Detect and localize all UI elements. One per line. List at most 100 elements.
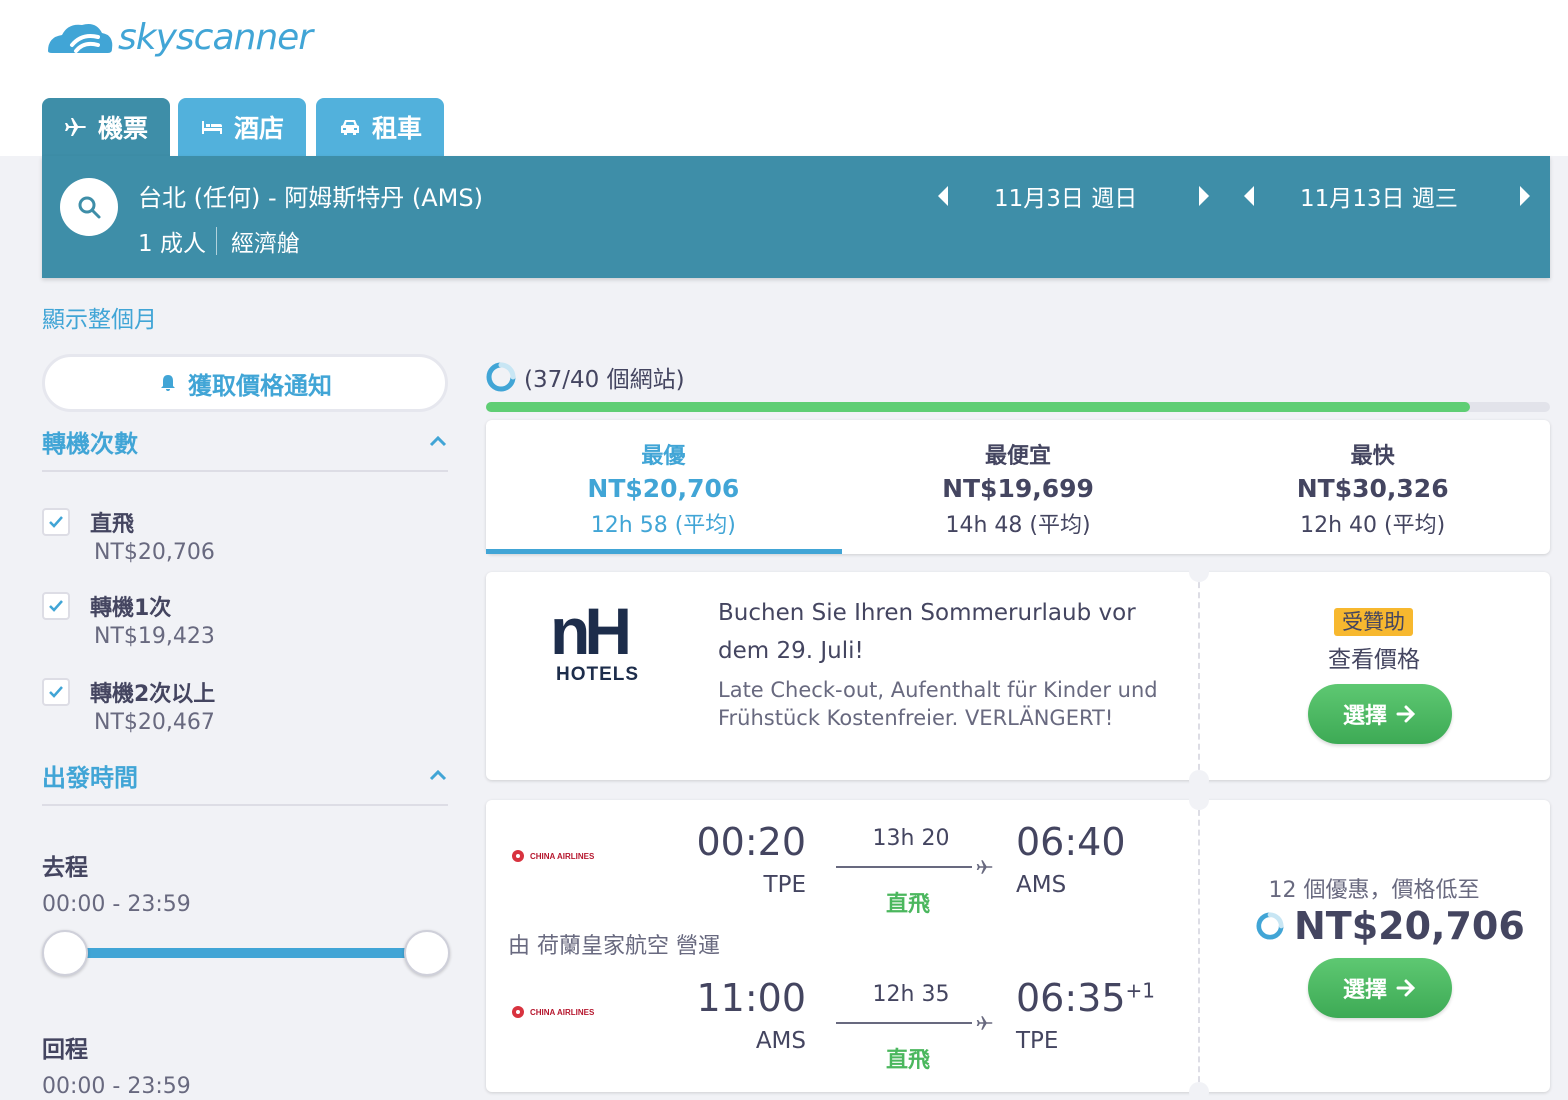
return-next-day-icon[interactable] [1519, 186, 1530, 206]
skyscanner-logo-icon [48, 24, 113, 53]
deals-count: 12 個優惠，價格低至 [1268, 878, 1480, 903]
plum-blossom-icon [512, 850, 524, 862]
arrival-time-value: 06:35 [1016, 976, 1126, 1020]
one-stop-checkbox[interactable] [42, 592, 70, 620]
divider [42, 804, 448, 806]
sponsored-badge: 受贊助 [1334, 608, 1413, 636]
sort-price: NT$19,699 [942, 474, 1094, 503]
car-icon [340, 120, 359, 135]
china-airlines-logo: CHINA AIRLINES [508, 1002, 600, 1022]
search-summary-bar[interactable]: 台北 (任何) - 阿姆斯特丹 (AMS) 1 成人 經濟艙 11月3日 週日 … [42, 156, 1550, 278]
plum-blossom-icon [512, 1006, 524, 1018]
depart-date-picker[interactable]: 11月3日 週日 [938, 178, 1210, 214]
stop-price: NT$20,706 [94, 540, 215, 565]
direct-checkbox[interactable] [42, 508, 70, 536]
ticket-notch [1189, 770, 1209, 790]
stop-price: NT$20,467 [94, 710, 215, 735]
nh-logo-letters: nH [550, 594, 632, 668]
sort-duration: 12h 58 (平均) [590, 513, 736, 538]
plane-icon [976, 860, 993, 874]
stops-label: 直飛 [885, 892, 930, 917]
stops-label: 直飛 [885, 1048, 930, 1073]
return-date-picker[interactable]: 11月13日 週三 [1244, 178, 1530, 214]
chevron-up-icon[interactable] [428, 434, 448, 448]
sort-name: 最快 [1350, 444, 1395, 469]
travellers-text: 1 成人 [138, 231, 206, 257]
ad-description: Late Check-out, Aufenthalt für Kinder un… [718, 678, 1158, 730]
times-filter-header[interactable]: 出發時間 [42, 758, 448, 792]
depart-next-day-icon[interactable] [1199, 186, 1210, 206]
sort-duration: 14h 48 (平均) [945, 513, 1091, 538]
result-select-button[interactable]: 選擇 [1308, 958, 1452, 1018]
plane-icon [976, 1016, 993, 1030]
route-text[interactable]: 台北 (任何) - 阿姆斯特丹 (AMS) [138, 178, 483, 213]
loading-spinner-icon [1256, 912, 1284, 940]
sort-best[interactable]: 最優 NT$20,706 12h 58 (平均) [486, 420, 842, 554]
search-button[interactable] [60, 178, 118, 236]
depart-prev-day-icon[interactable] [938, 186, 948, 206]
outbound-time-range: 00:00 - 23:59 [42, 892, 191, 917]
airline-name: CHINA AIRLINES [530, 851, 595, 861]
ticket-notch [1189, 1082, 1209, 1100]
arrival-time: 06:35+1 [1016, 976, 1155, 1020]
show-whole-month-link[interactable]: 顯示整個月 [42, 300, 157, 334]
checkmark-icon [49, 686, 63, 698]
tab-flights[interactable]: 機票 [42, 98, 170, 156]
skyscanner-logo[interactable]: skyscanner [42, 14, 313, 60]
cabin-text: 經濟艙 [230, 231, 300, 257]
china-airlines-logo: CHINA AIRLINES [508, 846, 600, 866]
divider [42, 470, 448, 472]
sort-duration: 12h 40 (平均) [1300, 513, 1446, 538]
select-label: 選擇 [1342, 704, 1387, 729]
sort-price: NT$20,706 [587, 474, 740, 503]
flight-duration: 12h 35 [872, 982, 950, 1007]
outbound-time-slider-track[interactable] [64, 948, 428, 958]
card-divider [1198, 572, 1200, 780]
outbound-slider-start-handle[interactable] [42, 930, 88, 976]
inbound-leg: CHINA AIRLINES 11:00 AMS 12h 35 直飛 06:35… [486, 956, 1198, 1073]
price-alert-button[interactable]: 獲取價格通知 [42, 354, 448, 412]
ad-title: Buchen Sie Ihren Sommerurlaub vor dem 29… [718, 600, 1136, 664]
checkmark-icon [49, 516, 63, 528]
arrival-time: 06:40 [1016, 820, 1126, 864]
travellers-cabin[interactable]: 1 成人 經濟艙 [138, 224, 300, 258]
nh-hotels-logo: nH HOTELS [550, 594, 646, 685]
flight-result-card[interactable]: CHINA AIRLINES 00:20 TPE 13h 20 直飛 06:40… [486, 790, 1550, 1100]
outbound-label: 去程 [42, 855, 88, 881]
ad-select-button[interactable]: 選擇 [1308, 684, 1452, 744]
tab-car-hire[interactable]: 租車 [316, 98, 444, 156]
arrow-right-icon [1396, 705, 1416, 723]
departure-airport: AMS [755, 1028, 806, 1054]
two-plus-stops-checkbox[interactable] [42, 678, 70, 706]
arrow-right-icon [1396, 979, 1416, 997]
outbound-slider-end-handle[interactable] [404, 930, 450, 976]
depart-date[interactable]: 11月3日 週日 [994, 179, 1137, 213]
tab-label: 機票 [97, 114, 148, 143]
sort-name: 最便宜 [985, 444, 1052, 469]
sort-fastest[interactable]: 最快 NT$30,326 12h 40 (平均) [1195, 420, 1550, 554]
sponsored-ad-card[interactable]: nH HOTELS Buchen Sie Ihren Sommerurlaub … [486, 562, 1550, 790]
loading-text: (37/40 個網站) [524, 367, 685, 393]
separator [215, 227, 217, 255]
tab-label: 租車 [371, 114, 422, 143]
price-alert-label: 獲取價格通知 [188, 371, 332, 400]
tab-label: 酒店 [233, 114, 284, 143]
arrival-airport: TPE [1016, 1028, 1059, 1054]
sort-tabs: 最優 NT$20,706 12h 58 (平均) 最便宜 NT$19,699 1… [486, 420, 1550, 554]
departure-time: 00:20 [696, 820, 806, 864]
flight-line [836, 1022, 972, 1024]
stop-label: 直飛 [90, 512, 135, 537]
sort-cheapest[interactable]: 最便宜 NT$19,699 14h 48 (平均) [841, 420, 1196, 554]
tab-hotels[interactable]: 酒店 [178, 98, 306, 156]
return-time-range: 00:00 - 23:59 [42, 1074, 191, 1099]
departure-time: 11:00 [696, 976, 806, 1020]
outbound-leg: CHINA AIRLINES 00:20 TPE 13h 20 直飛 06:40… [486, 800, 1198, 917]
return-prev-day-icon[interactable] [1244, 186, 1254, 206]
ticket-notch [1189, 562, 1209, 582]
return-date[interactable]: 11月13日 週三 [1300, 179, 1458, 213]
card-divider [1198, 800, 1200, 1092]
stops-filter-header[interactable]: 轉機次數 [42, 424, 448, 458]
price-value: NT$20,706 [1294, 904, 1525, 948]
progress-bar [486, 402, 1550, 412]
chevron-up-icon[interactable] [428, 768, 448, 782]
